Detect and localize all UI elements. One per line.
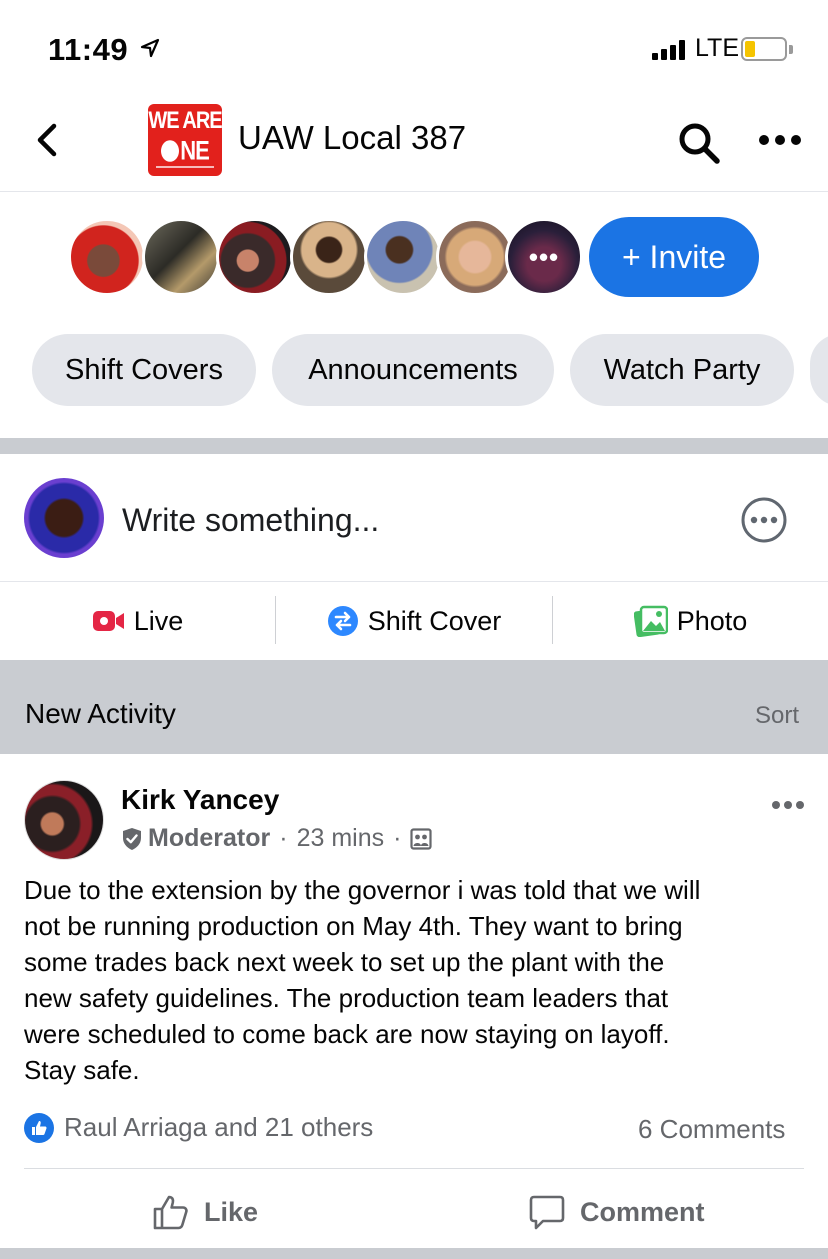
signal-icon (652, 40, 685, 60)
logo-line1: WE ARE (148, 107, 222, 135)
search-icon[interactable] (676, 120, 722, 166)
member-avatar[interactable] (142, 218, 220, 296)
author-role: Moderator (148, 824, 271, 852)
meta-separator: · (393, 824, 402, 852)
group-header: WE ARE NE UAW Local 387 (0, 96, 828, 192)
post-meta: Moderator · 23 mins · (121, 824, 433, 853)
like-label: Like (204, 1196, 259, 1227)
more-options-icon[interactable] (756, 128, 804, 152)
composer-placeholder[interactable]: Write something... (122, 502, 379, 539)
post-line: Due to the extension by the governor i w… (24, 875, 701, 905)
user-avatar[interactable] (24, 478, 104, 558)
network-label: LTE (695, 34, 739, 62)
members-row: ••• + Invite (0, 192, 828, 322)
photo-label: Photo (676, 605, 748, 636)
author-name[interactable]: Kirk Yancey (121, 784, 279, 816)
comment-bubble-icon (529, 1195, 565, 1230)
logo-line2: NE (180, 135, 210, 166)
status-bar: 11:49 LTE (0, 0, 828, 96)
section-divider (0, 438, 828, 454)
group-audience-icon (410, 827, 433, 850)
post-divider (24, 1168, 804, 1169)
invite-button[interactable]: + Invite (589, 217, 759, 297)
like-reaction-icon (24, 1112, 54, 1143)
post-line: some trades back next week to set up the… (24, 947, 665, 977)
battery-icon (741, 37, 787, 61)
post-line: new safety guidelines. The production te… (24, 983, 669, 1013)
group-name[interactable]: UAW Local 387 (238, 119, 466, 157)
live-label: Live (133, 605, 184, 636)
comment-label: Comment (580, 1196, 705, 1227)
chip-watch-party[interactable]: Watch Party (570, 334, 794, 406)
author-avatar[interactable] (24, 780, 104, 860)
logo-fine-print (156, 166, 214, 168)
sort-button[interactable]: Sort (755, 702, 799, 730)
logo-o-mark (161, 140, 180, 162)
meta-separator: · (279, 824, 288, 852)
live-button[interactable]: Live (0, 582, 275, 660)
post-composer[interactable]: Write something... (0, 454, 828, 582)
chip-announcements[interactable]: Announcements (272, 334, 554, 406)
more-members-dots: ••• (528, 241, 560, 272)
feed-post: Kirk Yancey Moderator · 23 mins · Due to… (0, 754, 828, 1259)
member-avatar[interactable] (364, 218, 442, 296)
post-line: Stay safe. (24, 1055, 140, 1085)
moderator-badge-icon (123, 827, 141, 850)
post-line: were scheduled to come back are now stay… (24, 1019, 670, 1049)
group-logo[interactable]: WE ARE NE (148, 104, 222, 176)
comments-count[interactable]: 6 Comments (638, 1114, 785, 1145)
photo-button[interactable]: Photo (553, 582, 828, 660)
reactions-label: Raul Arriaga and 21 others (64, 1112, 374, 1142)
location-arrow-icon (140, 38, 160, 58)
battery-cap (789, 45, 793, 54)
chip-partial-next[interactable] (810, 334, 828, 406)
chip-shift-covers[interactable]: Shift Covers (32, 334, 256, 406)
post-options-icon[interactable] (771, 798, 805, 812)
shift-cover-icon (327, 606, 358, 636)
thumbs-up-icon (153, 1195, 188, 1230)
photo-icon (633, 605, 668, 637)
clock: 11:49 (48, 32, 129, 67)
feed-divider (0, 1248, 828, 1259)
group-shortcut-chips: Shift Covers Announcements Watch Party (0, 322, 828, 442)
member-avatar[interactable] (290, 218, 368, 296)
post-time[interactable]: 23 mins (297, 824, 385, 853)
post-body: Due to the extension by the governor i w… (24, 872, 809, 1088)
activity-header: New Activity Sort (0, 660, 828, 754)
live-video-icon (92, 611, 124, 631)
member-avatar[interactable] (436, 218, 514, 296)
member-avatar[interactable] (68, 218, 146, 296)
shift-cover-label: Shift Cover (367, 605, 502, 636)
composer-actions: Live Shift Cover Photo (0, 582, 828, 660)
activity-title: New Activity (25, 698, 176, 729)
shift-cover-button[interactable]: Shift Cover (276, 582, 552, 660)
back-chevron-icon[interactable] (30, 118, 66, 162)
comment-button[interactable]: Comment (528, 1182, 705, 1242)
like-button[interactable]: Like (152, 1182, 258, 1242)
composer-options-icon[interactable] (740, 496, 788, 544)
post-line: not be running production on May 4th. Th… (24, 911, 683, 941)
member-avatar[interactable] (216, 218, 294, 296)
member-avatar-more[interactable]: ••• (505, 218, 583, 296)
reactions-summary[interactable]: Raul Arriaga and 21 others (24, 1112, 373, 1143)
